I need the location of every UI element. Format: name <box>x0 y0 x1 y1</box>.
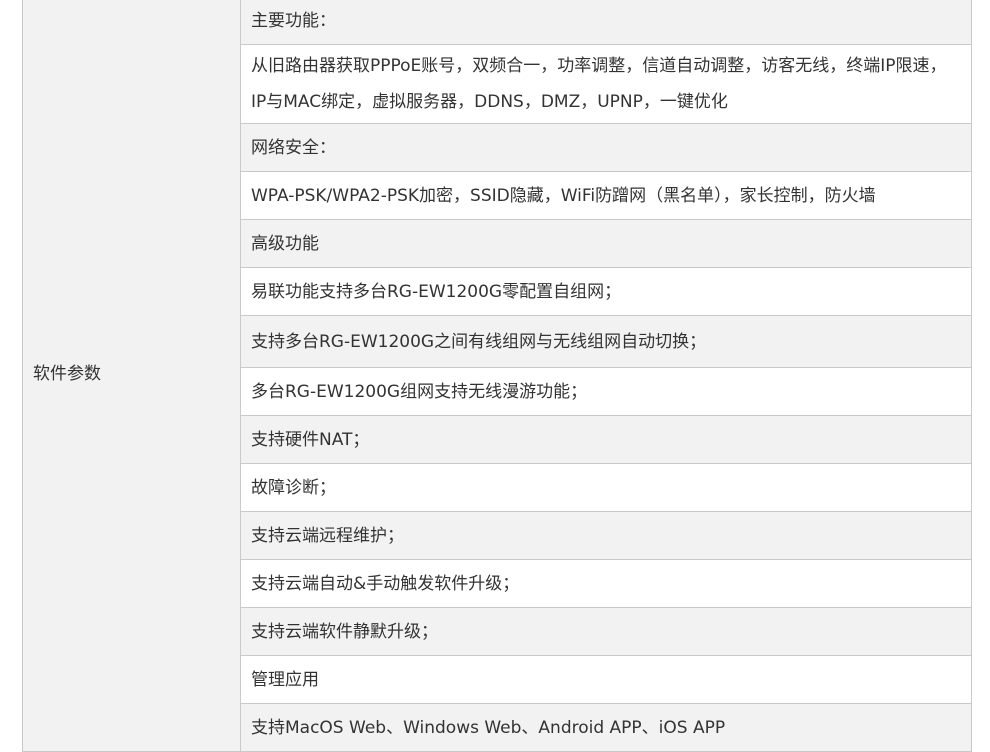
software-spec-table: 软件参数 主要功能： 从旧路由器获取PPPoE账号，双频合一，功率调整，信道自动… <box>22 0 972 752</box>
row-text-network-security-heading: 网络安全： <box>240 123 972 172</box>
row-text-roaming: 多台RG-EW1200G组网支持无线漫游功能； <box>240 367 972 416</box>
row-text-easylink: 易联功能支持多台RG-EW1200G零配置自组网； <box>240 267 972 316</box>
row-text-silent-upgrade: 支持云端软件静默升级； <box>240 607 972 656</box>
row-text-hardware-nat: 支持硬件NAT； <box>240 415 972 464</box>
row-text-main-functions: 从旧路由器获取PPPoE账号，双频合一，功率调整，信道自动调整，访客无线，终端I… <box>240 44 972 124</box>
row-text-network-security: WPA-PSK/WPA2-PSK加密，SSID隐藏，WiFi防蹭网（黑名单），家… <box>240 171 972 220</box>
row-text-management-heading: 管理应用 <box>240 655 972 704</box>
row-text-auto-switch: 支持多台RG-EW1200G之间有线组网与无线组网自动切换； <box>240 315 972 368</box>
table-row: 软件参数 主要功能： <box>22 0 972 752</box>
row-text-advanced-heading: 高级功能 <box>240 219 972 268</box>
row-text-platforms: 支持MacOS Web、Windows Web、Android APP、iOS … <box>240 703 972 752</box>
row-text-cloud-maintenance: 支持云端远程维护； <box>240 511 972 560</box>
row-text-cloud-upgrade: 支持云端自动&手动触发软件升级； <box>240 559 972 608</box>
row-text-diagnostics: 故障诊断； <box>240 463 972 512</box>
row-text-main-functions-heading: 主要功能： <box>240 0 972 45</box>
category-cell: 软件参数 <box>22 0 241 752</box>
